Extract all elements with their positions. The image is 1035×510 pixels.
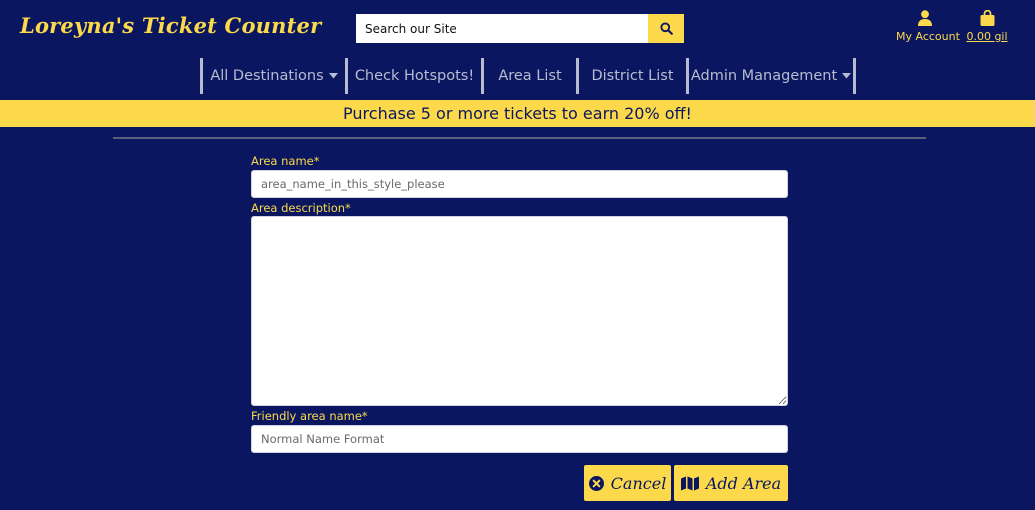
my-account-label: My Account <box>896 30 960 43</box>
cancel-button[interactable]: Cancel <box>584 465 671 501</box>
add-area-label: Add Area <box>705 473 782 493</box>
area-name-input[interactable] <box>251 170 788 198</box>
nav-all-destinations-label: All Destinations <box>210 68 324 84</box>
caret-down-icon <box>328 73 338 79</box>
area-description-label: Area description* <box>251 201 351 215</box>
nav-admin-management[interactable]: Admin Management <box>689 58 856 94</box>
map-icon <box>680 476 699 490</box>
search-bar <box>356 14 684 43</box>
cancel-label: Cancel <box>610 473 667 493</box>
friendly-area-name-label: Friendly area name* <box>251 409 368 423</box>
divider <box>113 137 926 139</box>
my-account-link[interactable]: My Account <box>896 10 960 43</box>
user-icon <box>918 10 932 26</box>
search-input[interactable] <box>356 14 648 43</box>
nav-district-list-label: District List <box>591 68 674 84</box>
bag-total: 0.00 gil <box>966 30 1008 43</box>
area-name-label: Area name* <box>251 154 320 168</box>
search-button[interactable] <box>648 14 684 43</box>
nav-area-list-label: Area List <box>498 68 562 84</box>
friendly-area-name-input[interactable] <box>251 425 788 453</box>
caret-down-icon <box>842 73 852 79</box>
nav-all-destinations[interactable]: All Destinations <box>203 58 348 94</box>
nav-area-list[interactable]: Area List <box>484 58 579 94</box>
nav-admin-management-label: Admin Management <box>690 68 838 84</box>
main-nav: All Destinations Check Hotspots! Area Li… <box>200 58 856 94</box>
nav-check-hotspots[interactable]: Check Hotspots! <box>348 58 484 94</box>
nav-check-hotspots-label: Check Hotspots! <box>354 68 475 84</box>
promo-banner: Purchase 5 or more tickets to earn 20% o… <box>0 100 1035 127</box>
site-logo-text[interactable]: Loreyna's Ticket Counter <box>20 13 321 38</box>
nav-district-list[interactable]: District List <box>579 58 689 94</box>
search-icon <box>659 22 673 35</box>
times-circle-icon <box>588 475 604 491</box>
area-description-textarea[interactable] <box>251 216 788 406</box>
shopping-bag-icon <box>980 10 994 26</box>
shopping-bag-link[interactable]: 0.00 gil <box>966 10 1008 43</box>
promo-text: Purchase 5 or more tickets to earn 20% o… <box>343 104 692 123</box>
add-area-button[interactable]: Add Area <box>674 465 788 501</box>
